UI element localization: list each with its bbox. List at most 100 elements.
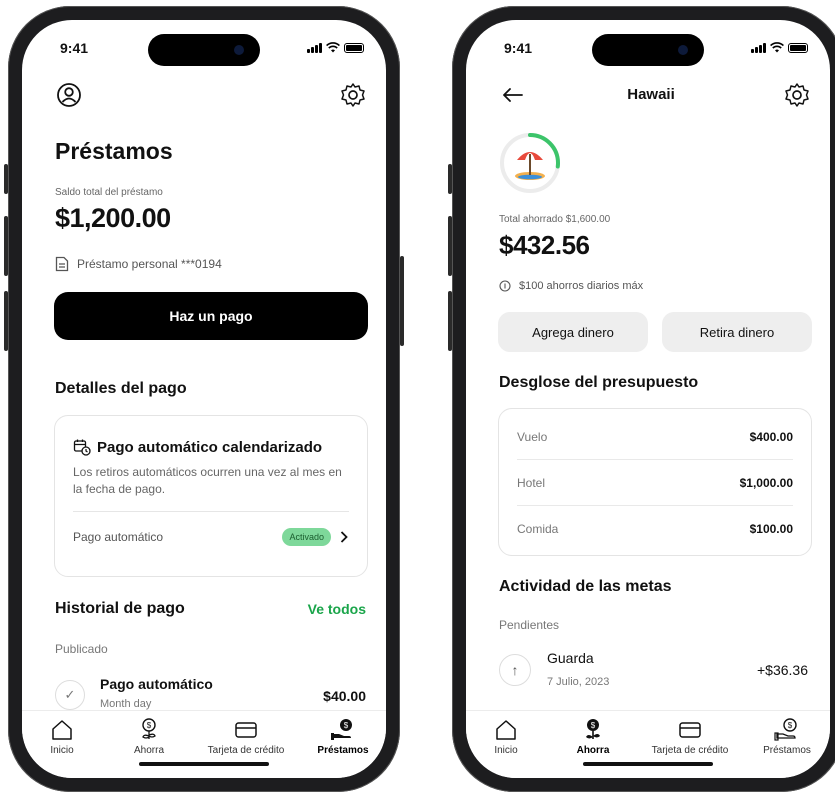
autopay-card: Pago automático calendarizado Los retiro…: [54, 415, 368, 577]
see-all-link[interactable]: Ve todos: [308, 601, 366, 617]
phone-frame-savings-goal: 9:41 Hawaii Total ahorrado $1,600.00 $43…: [448, 6, 835, 792]
tab-loans-label: Préstamos: [763, 745, 811, 756]
balance-amount: $1,200.00: [55, 203, 171, 233]
saved-amount: $432.56: [499, 230, 590, 260]
settings-gear-icon[interactable]: [782, 80, 812, 110]
history-item-name: Pago automático: [100, 676, 213, 692]
tab-bar: Inicio $ Ahorra Tarjeta de crédito $ Pré…: [22, 710, 386, 778]
tab-home[interactable]: Inicio: [22, 717, 107, 756]
volume-down-button: [448, 291, 452, 351]
budget-row-food: Comida $100.00: [517, 522, 793, 536]
tab-savings[interactable]: $ Ahorra: [104, 717, 194, 756]
loan-account-label: Préstamo personal ***0194: [77, 257, 222, 271]
published-label: Publicado: [55, 642, 108, 656]
tab-savings-label: Ahorra: [133, 745, 164, 756]
status-time: 9:41: [60, 40, 89, 56]
budget-item-amount: $100.00: [749, 522, 793, 536]
tab-loans[interactable]: $ Préstamos: [298, 717, 386, 756]
chevron-right-icon[interactable]: [339, 530, 349, 544]
budget-item-amount: $1,000.00: [739, 476, 793, 490]
budget-heading: Desglose del presupuesto: [499, 374, 699, 391]
top-bar: Hawaii: [490, 80, 812, 114]
list-item[interactable]: ↑ Guarda 7 Julio, 2023 +$36.36: [499, 650, 808, 700]
budget-item-name: Comida: [517, 522, 559, 536]
status-bar: 9:41: [466, 40, 830, 60]
history-item-date: Month day: [100, 698, 152, 710]
goal-progress-ring: [500, 133, 560, 193]
tab-bar: Inicio $ Ahorra Tarjeta de crédito $ Pré…: [466, 710, 830, 778]
tab-credit-card[interactable]: Tarjeta de crédito: [201, 717, 291, 756]
tab-credit-card-label: Tarjeta de crédito: [651, 745, 729, 756]
loan-hand-icon: $: [331, 719, 352, 740]
top-bar: [46, 80, 368, 114]
payment-history-heading: Historial de pago: [55, 600, 185, 617]
autopay-title-text: Pago automático calendarizado: [97, 438, 323, 456]
home-icon: [496, 720, 516, 740]
daily-limit-text: $100 ahorros diarios máx: [519, 280, 644, 292]
checkmark-icon: ✓: [55, 680, 85, 710]
calendar-clock-icon: [73, 439, 91, 456]
tab-home-label: Inicio: [494, 745, 518, 756]
tab-savings[interactable]: $ Ahorra: [548, 717, 638, 756]
wifi-icon: [326, 42, 340, 53]
home-indicator[interactable]: [583, 762, 713, 766]
tab-home-label: Inicio: [50, 745, 74, 756]
activity-item-amount: +$36.36: [757, 662, 808, 678]
home-indicator[interactable]: [139, 762, 269, 766]
battery-icon: [788, 43, 808, 53]
tab-loans[interactable]: $ Préstamos: [742, 717, 830, 756]
autopay-description: Los retiros automáticos ocurren una vez …: [73, 465, 342, 496]
tab-home[interactable]: Inicio: [466, 717, 551, 756]
goal-activity-heading: Actividad de las metas: [499, 578, 672, 595]
mute-switch: [4, 164, 8, 194]
tab-credit-card[interactable]: Tarjeta de crédito: [645, 717, 735, 756]
autopay-title: Pago automático calendarizado: [73, 438, 322, 456]
budget-item-name: Hotel: [517, 476, 546, 490]
budget-item-name: Vuelo: [517, 430, 548, 444]
credit-card-icon: [235, 722, 257, 738]
withdraw-money-button[interactable]: Retira dinero: [662, 312, 812, 352]
status-bar: 9:41: [22, 40, 386, 60]
divider: [517, 459, 793, 460]
autopay-row[interactable]: Pago automático Activado: [73, 528, 349, 546]
balance-label: Saldo total del préstamo: [55, 187, 163, 198]
mute-switch: [448, 164, 452, 194]
power-button: [400, 256, 404, 346]
divider: [517, 505, 793, 506]
profile-icon[interactable]: [54, 80, 84, 110]
activity-item-name: Guarda: [547, 650, 594, 666]
document-icon: [55, 256, 69, 272]
savings-goal-screen: 9:41 Hawaii Total ahorrado $1,600.00 $43…: [466, 20, 830, 778]
info-coin-icon: [499, 280, 511, 292]
svg-text:$: $: [591, 721, 596, 730]
settings-gear-icon[interactable]: [338, 80, 368, 110]
svg-text:$: $: [344, 721, 349, 730]
arrow-up-icon: ↑: [499, 654, 531, 686]
budget-row-flight: Vuelo $400.00: [517, 430, 793, 444]
signal-icon: [751, 43, 766, 53]
loan-hand-icon: $: [774, 718, 797, 741]
tab-loans-label: Préstamos: [317, 745, 369, 756]
volume-up-button: [4, 216, 8, 276]
add-money-button[interactable]: Agrega dinero: [498, 312, 648, 352]
autopay-row-label: Pago automático: [73, 530, 164, 544]
credit-card-icon: [679, 722, 701, 738]
loan-account[interactable]: Préstamo personal ***0194: [55, 256, 222, 272]
battery-icon: [344, 43, 364, 53]
loans-screen: 9:41 Préstamos Saldo total del préstamo …: [22, 20, 386, 778]
tab-savings-label: Ahorra: [576, 745, 610, 756]
svg-text:$: $: [788, 721, 793, 730]
home-icon: [52, 720, 72, 740]
svg-text:$: $: [147, 721, 152, 730]
savings-plant-icon: $: [586, 719, 600, 739]
volume-up-button: [448, 216, 452, 276]
payment-details-heading: Detalles del pago: [55, 380, 187, 397]
signal-icon: [307, 43, 322, 53]
status-badge: Activado: [282, 528, 331, 546]
wifi-icon: [770, 42, 784, 53]
budget-card: Vuelo $400.00 Hotel $1,000.00 Comida $10…: [498, 408, 812, 556]
phone-frame-loans: 9:41 Préstamos Saldo total del préstamo …: [4, 6, 404, 792]
pending-label: Pendientes: [499, 618, 560, 632]
make-payment-button[interactable]: Haz un pago: [54, 292, 368, 340]
status-time: 9:41: [504, 40, 533, 56]
